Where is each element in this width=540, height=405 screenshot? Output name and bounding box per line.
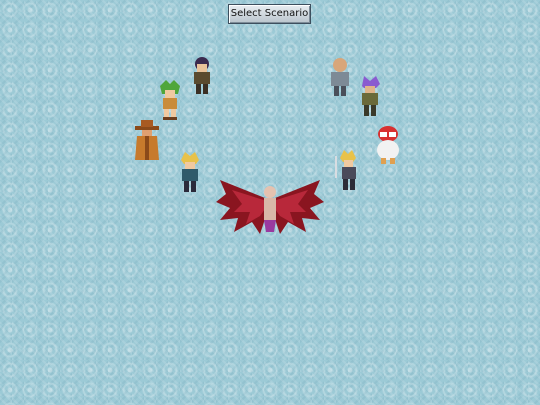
blonde-swordsman-sprite[interactable] (334, 150, 362, 192)
select-scenario-button[interactable]: Select Scenario (228, 4, 311, 24)
purple-spiky-warrior-sprite[interactable] (356, 76, 384, 118)
purple-haired-fighter-sprite[interactable] (188, 54, 216, 96)
cowboy-hat-sprite[interactable] (133, 120, 161, 162)
red-robot-sprite[interactable] (374, 124, 402, 166)
green-haired-girl-sprite[interactable] (156, 80, 184, 122)
winged-demon-sprite[interactable] (216, 180, 324, 238)
blonde-youth-sprite[interactable] (176, 152, 204, 194)
bald-monk-sprite[interactable] (326, 56, 354, 98)
